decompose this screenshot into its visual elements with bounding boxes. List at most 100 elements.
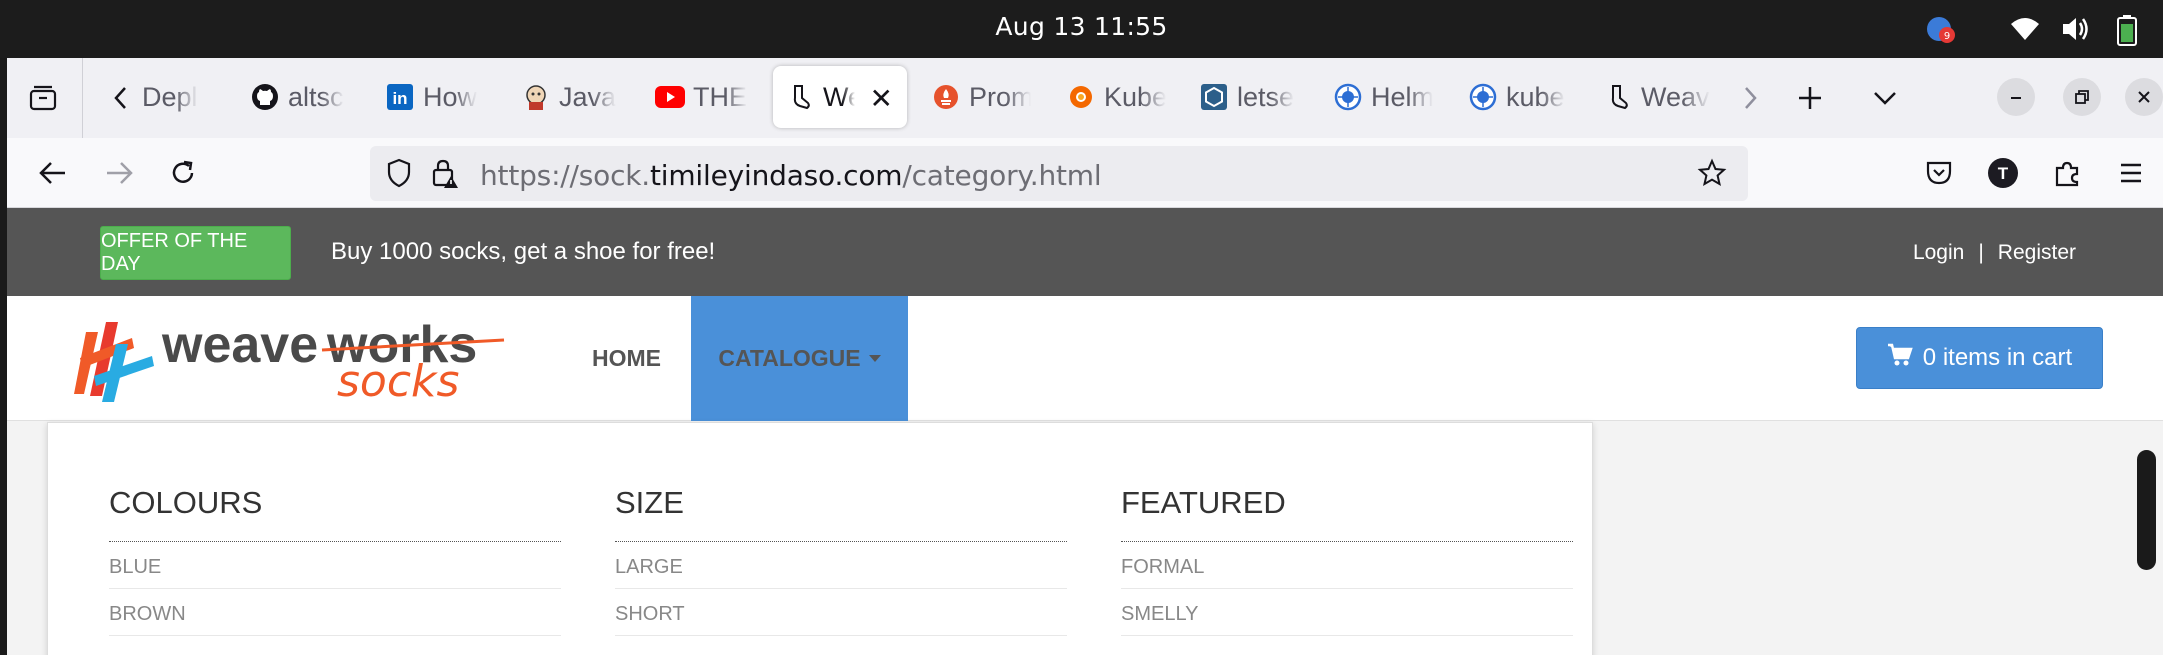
- browser-tab[interactable]: Kube: [1054, 66, 1166, 128]
- browser-tab[interactable]: THE: [643, 66, 759, 128]
- prometheus-icon: [931, 82, 961, 112]
- pocket-icon[interactable]: [1921, 155, 1957, 191]
- tab-title: Kube: [1104, 81, 1166, 112]
- insecure-lock-icon[interactable]: [428, 156, 462, 190]
- nav-catalogue-label: CATALOGUE: [718, 345, 861, 371]
- hexagon-icon: [1199, 82, 1229, 112]
- close-window-icon[interactable]: [2125, 78, 2163, 116]
- tab-overview-icon[interactable]: [25, 80, 61, 116]
- tab-title: kube: [1506, 81, 1565, 112]
- tab-title: Prom: [969, 81, 1031, 112]
- minimize-window-icon[interactable]: [1997, 78, 2035, 116]
- featured-heading: FEATURED: [1121, 485, 1573, 542]
- account-avatar-icon[interactable]: T: [1985, 155, 2021, 191]
- browser-tab[interactable]: kube: [1456, 66, 1568, 128]
- scroll-tabs-right-icon[interactable]: [1732, 80, 1768, 116]
- nav-home-link[interactable]: HOME: [592, 296, 661, 421]
- tab-strip-separator: [82, 58, 83, 138]
- offer-of-the-day-button[interactable]: OFFER OF THE DAY: [100, 226, 291, 280]
- sock-icon: [1603, 82, 1633, 112]
- github-icon: [250, 82, 280, 112]
- url-prefix: https://sock.: [480, 159, 650, 192]
- page-scrollbar-thumb[interactable]: [2137, 450, 2156, 570]
- login-link[interactable]: Login: [1913, 241, 1964, 265]
- tab-title: How: [423, 81, 478, 112]
- featured-column: FEATURED FORMAL SMELLY: [1121, 485, 1573, 636]
- maximize-window-icon[interactable]: [2063, 78, 2101, 116]
- system-top-bar: Aug 13 11:55 9: [0, 0, 2163, 58]
- url-text[interactable]: https://sock.timileyindaso.com/category.…: [480, 159, 1102, 192]
- back-icon[interactable]: [35, 155, 71, 191]
- tab-title: Weav: [1641, 81, 1710, 112]
- hamburger-menu-icon[interactable]: [2113, 155, 2149, 191]
- tab-strip: Depl altsc in How Java THE We ✕ Prom: [7, 58, 2163, 138]
- logo-text-socks: socks: [337, 356, 459, 406]
- caret-down-icon: [868, 355, 881, 362]
- notification-count: 9: [1944, 31, 1950, 42]
- reload-icon[interactable]: [165, 155, 201, 191]
- volume-icon[interactable]: [2060, 14, 2092, 44]
- url-path: /category.html: [902, 159, 1102, 192]
- url-domain: timileyindaso.com: [650, 159, 903, 192]
- browser-tab[interactable]: Weav: [1591, 66, 1711, 128]
- colours-heading: COLOURS: [109, 485, 561, 542]
- tracking-protection-shield-icon[interactable]: [382, 156, 416, 190]
- nav-catalogue-dropdown[interactable]: CATALOGUE: [691, 296, 908, 421]
- menu-item-smelly[interactable]: SMELLY: [1121, 589, 1573, 636]
- offer-bar: OFFER OF THE DAY Buy 1000 socks, get a s…: [7, 208, 2163, 296]
- tab-title: Helm: [1371, 81, 1433, 112]
- battery-icon[interactable]: [2112, 14, 2142, 46]
- browser-tab[interactable]: Helm: [1321, 66, 1433, 128]
- logo-text-weave: weave: [161, 316, 318, 374]
- menu-item-short[interactable]: SHORT: [615, 589, 1067, 636]
- browser-tab[interactable]: in How: [373, 66, 488, 128]
- close-tab-icon[interactable]: ✕: [870, 82, 893, 115]
- bookmark-star-icon[interactable]: [1695, 156, 1729, 190]
- tab-title: Java: [559, 81, 617, 112]
- list-all-tabs-icon[interactable]: [1867, 80, 1903, 116]
- offer-text: Buy 1000 socks, get a shoe for free!: [331, 238, 716, 265]
- weaveworks-mark-icon: [74, 322, 154, 402]
- helm-icon: [1468, 82, 1498, 112]
- menu-item-brown[interactable]: BROWN: [109, 589, 561, 636]
- wifi-icon[interactable]: [2009, 14, 2041, 44]
- browser-window: Depl altsc in How Java THE We ✕ Prom: [7, 58, 2163, 655]
- navigation-toolbar: https://sock.timileyindaso.com/category.…: [7, 138, 2163, 208]
- cart-button[interactable]: 0 items in cart: [1856, 327, 2103, 389]
- linkedin-icon: in: [385, 82, 415, 112]
- main-navbar: weave works socks HOME CATALOGUE 0 items…: [7, 296, 2163, 421]
- forward-icon[interactable]: [101, 155, 137, 191]
- register-link[interactable]: Register: [1998, 241, 2076, 265]
- scroll-tabs-left-icon[interactable]: [103, 80, 139, 116]
- sock-icon: [785, 82, 815, 112]
- new-tab-icon[interactable]: [1792, 80, 1828, 116]
- browser-tab[interactable]: letse: [1187, 66, 1299, 128]
- account-initial: T: [1998, 164, 2009, 183]
- browser-tab[interactable]: Java: [509, 66, 629, 128]
- catalogue-mega-menu: COLOURS BLUE BROWN SIZE LARGE SHORT FEAT…: [47, 422, 1593, 655]
- browser-tab-active[interactable]: We ✕: [773, 66, 907, 128]
- extensions-icon[interactable]: [2049, 155, 2085, 191]
- tab-title: letse: [1237, 81, 1295, 112]
- cart-label: 0 items in cart: [1922, 344, 2073, 371]
- menu-item-formal[interactable]: FORMAL: [1121, 542, 1573, 589]
- menu-item-blue[interactable]: BLUE: [109, 542, 561, 589]
- auth-links: Login | Register: [1913, 241, 2076, 265]
- notification-app-icon[interactable]: 9: [1925, 14, 1957, 46]
- colours-column: COLOURS BLUE BROWN: [109, 485, 561, 636]
- weaveworks-socks-logo[interactable]: weave works socks: [72, 314, 512, 407]
- jenkins-icon: [521, 82, 551, 112]
- browser-tab[interactable]: Depl: [142, 66, 222, 128]
- address-bar[interactable]: https://sock.timileyindaso.com/category.…: [370, 146, 1748, 201]
- youtube-icon: [655, 82, 685, 112]
- size-heading: SIZE: [615, 485, 1067, 542]
- svg-text:in: in: [392, 89, 407, 108]
- size-column: SIZE LARGE SHORT: [615, 485, 1067, 636]
- tab-title: THE: [693, 81, 747, 112]
- system-clock[interactable]: Aug 13 11:55: [0, 12, 2163, 41]
- tab-title: altsc: [288, 81, 344, 112]
- browser-tab[interactable]: altsc: [238, 66, 358, 128]
- menu-item-large[interactable]: LARGE: [615, 542, 1067, 589]
- browser-tab[interactable]: Prom: [919, 66, 1031, 128]
- helm-icon: [1333, 82, 1363, 112]
